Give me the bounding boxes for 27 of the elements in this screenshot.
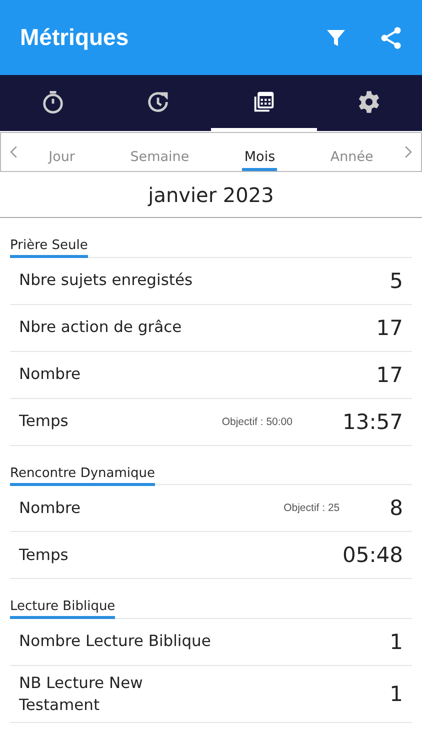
app-title: Métriques [20,24,129,51]
metric-value: 8 [390,496,403,520]
goal-text: Objectif : 50:00 [222,416,292,428]
metric-label: Nbre sujets enregistés [19,270,193,292]
period-tab[interactable]: Jour [46,145,77,171]
section-title: Prière Seule [10,238,88,258]
metric-label: NB Lecture New Testament [19,672,143,716]
period-tab[interactable]: Année [328,145,376,171]
section-title: Rencontre Dynamique [10,466,155,486]
period-title: janvier 2023 [0,173,422,218]
goal-text: Objectif : 25 [284,502,340,514]
metric-label: Temps [19,411,68,432]
metric-value: 17 [376,316,403,340]
metric-label: Nombre [19,498,81,519]
metric-label: Nombre [19,364,81,386]
section-title: Lecture Biblique [10,599,116,619]
metric-label: Nbre action de grâce [19,317,182,338]
metric-label: Temps [19,544,68,566]
period-tab[interactable]: Semaine [128,145,192,171]
metric-value: 1 [390,682,403,706]
metric-label: Nombre Lecture Biblique [19,631,211,652]
metric-value: 5 [390,268,403,292]
metric-value: 05:48 [342,543,403,567]
metric-value: 1 [390,630,403,654]
metric-value: 13:57 [342,410,403,434]
metric-value: 17 [376,362,403,386]
period-tab[interactable]: Mois [242,145,278,171]
